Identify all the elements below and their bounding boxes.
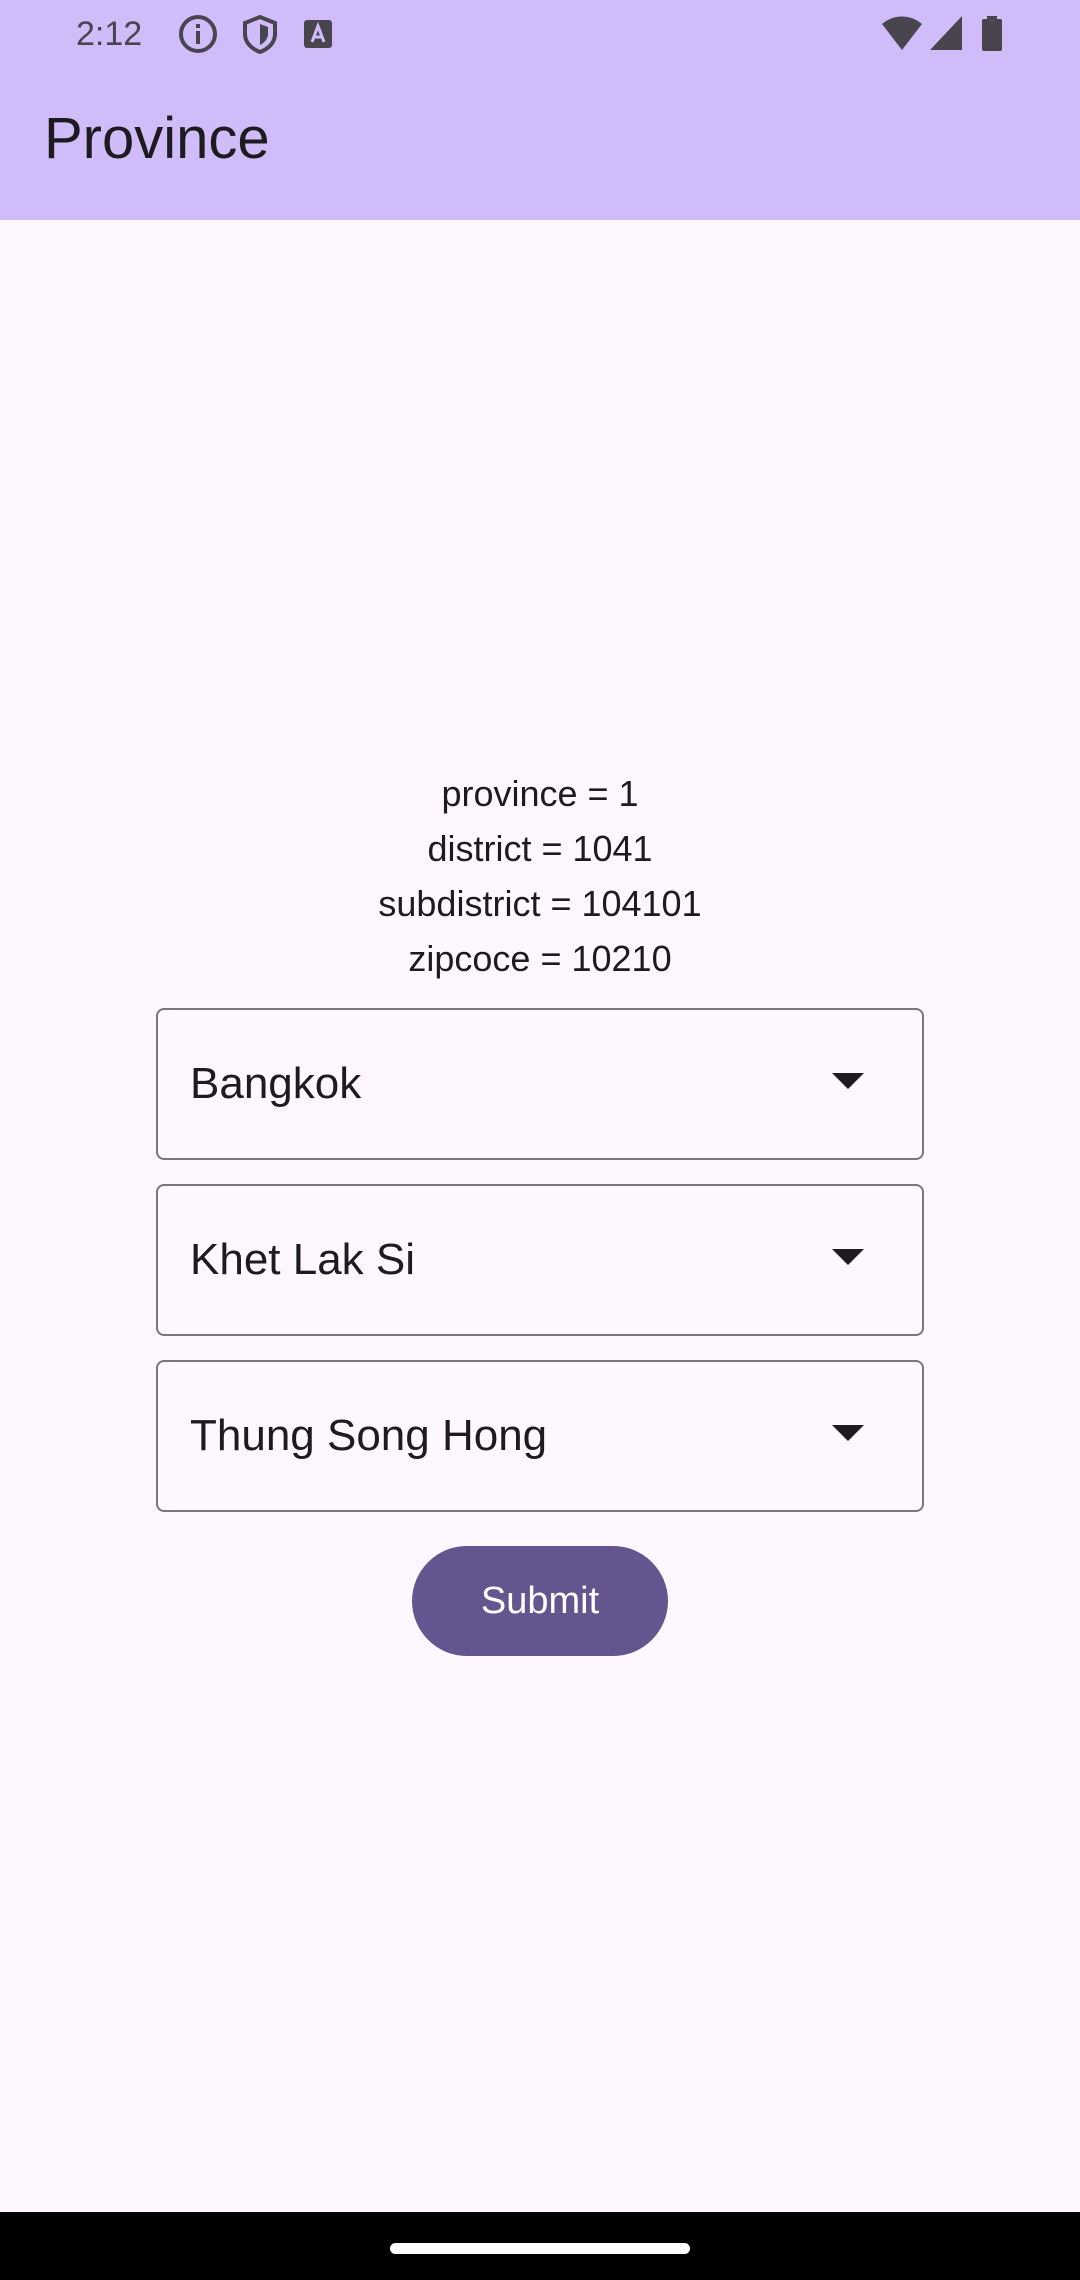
province-code-text: province = 1 (441, 773, 639, 814)
district-code-text: district = 1041 (427, 828, 653, 869)
subdistrict-dropdown-value: Thung Song Hong (190, 1411, 548, 1460)
submit-button[interactable]: Submit (412, 1546, 668, 1656)
district-dropdown[interactable]: Khet Lak Si (156, 1184, 924, 1336)
chevron-down-icon (832, 1073, 864, 1089)
zipcode-text: zipcoce = 10210 (408, 938, 672, 979)
battery-icon (980, 14, 1004, 59)
district-dropdown-value: Khet Lak Si (190, 1235, 416, 1284)
wifi-icon (880, 14, 924, 59)
text-a-icon (302, 14, 338, 59)
app-bar: Province (0, 68, 1080, 220)
subdistrict-code-text: subdistrict = 104101 (378, 883, 702, 924)
province-dropdown-value: Bangkok (190, 1059, 362, 1108)
status-bar: 2:12 (0, 0, 1080, 68)
shield-icon (240, 14, 280, 59)
chevron-down-icon (832, 1425, 864, 1441)
status-time: 2:12 (76, 15, 143, 53)
navigation-bar (0, 2212, 1080, 2280)
home-handle[interactable] (390, 2243, 690, 2254)
info-icon (178, 14, 218, 59)
chevron-down-icon (832, 1249, 864, 1265)
page-title: Province (44, 106, 270, 171)
selection-info: province = 1 district = 1041 subdistrict… (0, 766, 1080, 986)
subdistrict-dropdown[interactable]: Thung Song Hong (156, 1360, 924, 1512)
cellular-signal-icon (928, 14, 964, 59)
province-dropdown[interactable]: Bangkok (156, 1008, 924, 1160)
